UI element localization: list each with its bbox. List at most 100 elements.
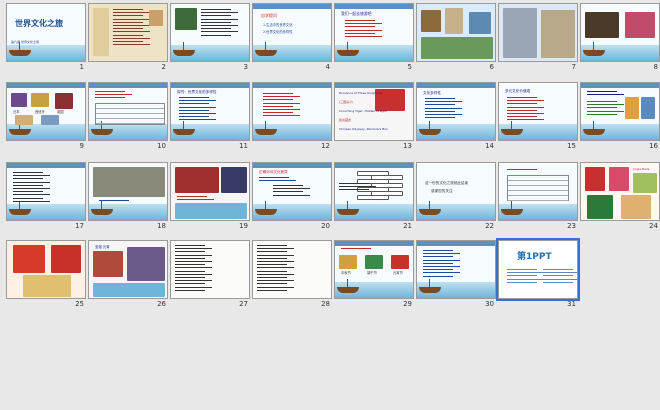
text-line-placeholder (263, 112, 293, 114)
text-line-placeholder (425, 107, 462, 109)
text-line-placeholder (423, 259, 460, 261)
text-line-placeholder (425, 110, 455, 112)
slide-preview[interactable] (334, 162, 414, 221)
slide-thumbnail[interactable]: 3 (170, 3, 250, 73)
slide-preview[interactable]: 中秋节 端午节 元宵节 (334, 240, 414, 299)
slide-preview[interactable] (252, 240, 332, 299)
slide-thumbnail[interactable]: 10 (88, 82, 168, 152)
slide-thumbnail[interactable]: 多元文化价值观 15 (498, 82, 578, 152)
text-line-placeholder (423, 253, 460, 255)
slide-preview[interactable]: 正确对待文化差异 (252, 162, 332, 221)
slide-preview[interactable] (88, 162, 168, 221)
text-line-placeholder (587, 104, 624, 106)
text-line-placeholder (13, 188, 50, 189)
slide-preview[interactable] (498, 3, 578, 62)
slide-header-bar (581, 83, 659, 88)
slide-thumbnail[interactable]: 日本 西班牙 英国 9 (6, 82, 86, 152)
slide-preview[interactable] (88, 3, 168, 62)
slide-thumbnail[interactable]: 12 (252, 82, 332, 152)
slide-preview[interactable]: 这一份的文化之旅就此结束 感谢您的关注 (416, 162, 496, 221)
slide-thumbnail[interactable]: 2 (88, 3, 168, 73)
slide-thumbnail[interactable]: 这一份的文化之旅就此结束 感谢您的关注 22 (416, 162, 496, 232)
text-line-placeholder (201, 34, 231, 36)
slide-preview[interactable]: 第1PPT (496, 238, 580, 301)
boat-icon (419, 129, 441, 135)
slide-thumbnail[interactable]: 我们一起去旅游吧 5 (334, 3, 414, 73)
flag-image (31, 93, 49, 107)
text-line-placeholder (113, 41, 143, 42)
boat-icon (337, 287, 359, 293)
slide-thumbnail[interactable]: 探究：世界文化的多样性 11 (170, 82, 250, 152)
text-line-placeholder (113, 18, 150, 20)
country-label: 日本 (13, 110, 20, 114)
slide-number: 3 (243, 63, 248, 71)
text-line-placeholder (257, 283, 287, 285)
slide-thumbnail[interactable]: 8 (580, 3, 660, 73)
slide-thumbnail[interactable]: 中秋节 端午节 元宵节 29 (334, 240, 414, 310)
slide-thumbnail[interactable]: Jingle Bells 24 (580, 162, 660, 232)
slide-preview[interactable]: 日本 西班牙 英国 (6, 82, 86, 141)
slide-preview[interactable] (170, 162, 250, 221)
slide-preview[interactable] (88, 82, 168, 141)
slide-number: 12 (321, 142, 330, 150)
slide-thumbnail[interactable]: 19 (170, 162, 250, 232)
slide-thumbnail[interactable]: 7 (498, 3, 578, 73)
slide-preview[interactable]: 世界文化之旅 第六课 世界文化之旅 (6, 3, 86, 62)
slide-thumbnail[interactable]: 30 (416, 240, 496, 310)
slide-preview[interactable] (170, 3, 250, 62)
slide-thumbnail[interactable]: 16 (580, 82, 660, 152)
slide-preview[interactable] (6, 240, 86, 299)
slide-preview[interactable] (416, 240, 496, 299)
slide-preview[interactable] (498, 162, 578, 221)
slide-thumbnail[interactable]: 6 (416, 3, 496, 73)
slide-thumbnail[interactable]: 21 (334, 162, 414, 232)
flag-image (55, 93, 73, 109)
slide-preview[interactable]: 我们一起去旅游吧 (334, 3, 414, 62)
slide-thumbnail[interactable]: 文化多样性 14 (416, 82, 496, 152)
text-line-placeholder (507, 97, 537, 98)
slide-number: 21 (403, 222, 412, 230)
text-line-placeholder (257, 289, 287, 291)
boat-mast-icon (183, 121, 184, 129)
slide-preview[interactable] (416, 3, 496, 62)
text-line-placeholder (201, 25, 238, 26)
tower-image (503, 8, 537, 58)
slide-number: 30 (485, 300, 494, 308)
slide-thumbnail[interactable]: 第1PPT 31 (496, 238, 580, 310)
text-line-placeholder (423, 272, 460, 274)
slide-thumbnail[interactable]: 圣诞·元宵 26 (88, 240, 168, 310)
slide-preview[interactable]: 自学提问 1.生活中的世界文化 2.世界文化的多样性 (252, 3, 332, 62)
slide-thumbnail[interactable]: 18 (88, 162, 168, 232)
slide-preview[interactable] (580, 3, 660, 62)
slide-preview[interactable]: Romance of Three Kingdoms (三国演义) Crouching… (334, 82, 414, 141)
slide-thumbnail[interactable]: 23 (498, 162, 578, 232)
slide-thumbnail[interactable]: 自学提问 1.生活中的世界文化 2.世界文化的多样性 4 (252, 3, 332, 73)
slide-preview[interactable]: Jingle Bells (580, 162, 660, 221)
boat-icon (255, 129, 277, 135)
slide-preview[interactable]: 探究：世界文化的多样性 (170, 82, 250, 141)
slide-thumbnail[interactable]: 正确对待文化差异 20 (252, 162, 332, 232)
text-line-placeholder (201, 28, 231, 30)
slide-preview[interactable] (252, 82, 332, 141)
text-line-placeholder (175, 283, 205, 285)
slide-number: 20 (321, 222, 330, 230)
text-line-placeholder (257, 267, 294, 269)
slide-preview[interactable] (170, 240, 250, 299)
slide-preview[interactable]: 圣诞·元宵 (88, 240, 168, 299)
slide-thumbnail[interactable]: 世界文化之旅 第六课 世界文化之旅 1 (6, 3, 86, 73)
slide-thumbnail[interactable]: 25 (6, 240, 86, 310)
slide-thumbnail[interactable]: 28 (252, 240, 332, 310)
slide-preview[interactable] (580, 82, 660, 141)
landscape-image (421, 37, 493, 59)
slide-preview[interactable] (6, 162, 86, 221)
text-line-placeholder (175, 280, 212, 282)
slide-thumbnail[interactable]: 27 (170, 240, 250, 310)
slide-thumbnail[interactable]: Romance of Three Kingdoms (三国演义) Crouching… (334, 82, 414, 152)
slide-number: 19 (239, 222, 248, 230)
text-line-placeholder (543, 281, 573, 283)
slide-preview[interactable]: 多元文化价值观 (498, 82, 578, 141)
slide-preview[interactable]: 文化多样性 (416, 82, 496, 141)
festival-label: 中秋节 (341, 271, 351, 275)
slide-thumbnail[interactable]: 17 (6, 162, 86, 232)
text-line-placeholder (175, 245, 205, 246)
